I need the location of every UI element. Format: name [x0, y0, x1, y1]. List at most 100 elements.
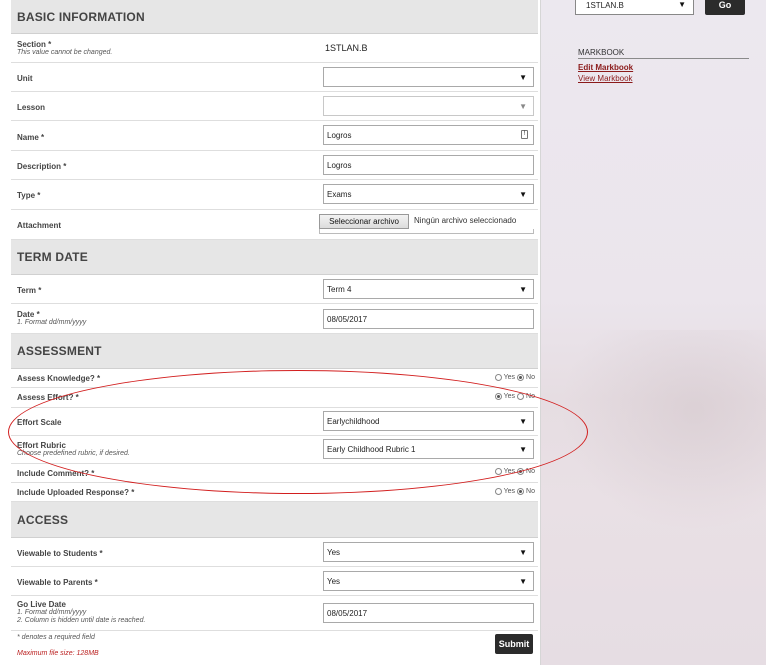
chevron-down-icon: ▼ — [519, 190, 527, 199]
autofill-icon[interactable]: ! — [521, 130, 528, 139]
term-select[interactable]: Term 4 ▼ — [323, 279, 534, 299]
name-input[interactable]: Logros ! — [323, 125, 534, 145]
row-include-uploaded: Include Uploaded Response? * Yes No — [11, 483, 538, 502]
no-label: No — [526, 374, 535, 381]
go-button[interactable]: Go — [705, 0, 745, 15]
section-label: Section * — [17, 40, 52, 49]
markbook-heading: MARKBOOK — [578, 48, 749, 59]
go-live-note-2: 2. Column is hidden until date is reache… — [17, 617, 146, 624]
unit-select[interactable]: ▼ — [323, 67, 534, 87]
lesson-label: Lesson — [17, 103, 46, 112]
max-size-note: Maximum file size: 128MB — [17, 650, 99, 657]
effort-scale-select[interactable]: Earlychildhood ▼ — [323, 411, 534, 431]
section-heading-basic: BASIC INFORMATION — [11, 0, 538, 34]
include-comment-no-radio[interactable] — [517, 468, 525, 475]
section-heading-access: ACCESS — [11, 502, 538, 538]
viewable-parents-value: Yes — [327, 576, 341, 586]
file-status: Ningún archivo seleccionado — [414, 216, 517, 225]
include-uploaded-radios: Yes No — [494, 488, 535, 495]
assess-knowledge-yes-radio[interactable] — [494, 374, 502, 381]
no-label: No — [526, 468, 535, 475]
row-go-live-date: Go Live Date 1. Format dd/mm/yyyy 2. Col… — [11, 596, 538, 631]
yes-label: Yes — [503, 374, 516, 381]
yes-label: Yes — [503, 393, 516, 400]
include-comment-radios: Yes No — [494, 468, 535, 475]
row-assess-knowledge: Assess Knowledge? * Yes No — [11, 369, 538, 388]
assess-effort-yes-radio[interactable] — [494, 393, 502, 400]
assess-effort-radios: Yes No — [494, 393, 535, 400]
viewable-parents-select[interactable]: Yes ▼ — [323, 571, 534, 591]
include-comment-label: Include Comment? * — [17, 469, 95, 478]
required-note: * denotes a required field — [17, 634, 95, 641]
row-unit: Unit ▼ — [11, 63, 538, 92]
row-viewable-parents: Viewable to Parents * Yes ▼ — [11, 567, 538, 596]
go-live-input[interactable]: 08/05/2017 — [323, 603, 534, 623]
form-panel: BASIC INFORMATION Section * This value c… — [0, 0, 541, 665]
section-value: 1STLAN.B — [325, 43, 368, 53]
no-label: No — [526, 488, 535, 495]
chevron-down-icon: ▼ — [519, 73, 527, 82]
go-live-note-1: 1. Format dd/mm/yyyy — [17, 609, 87, 616]
date-input[interactable]: 08/05/2017 — [323, 309, 534, 329]
chevron-down-icon: ▼ — [519, 417, 527, 426]
description-input[interactable]: Logros — [323, 155, 534, 175]
row-include-comment: Include Comment? * Yes No — [11, 464, 538, 483]
chevron-down-icon: ▼ — [519, 102, 527, 111]
date-note: 1. Format dd/mm/yyyy — [17, 319, 87, 326]
yes-label: Yes — [503, 488, 516, 495]
assess-knowledge-radios: Yes No — [494, 374, 535, 381]
class-select[interactable]: 1STLAN.B ▼ — [575, 0, 694, 15]
yes-label: Yes — [503, 468, 516, 475]
chevron-down-icon: ▼ — [519, 445, 527, 454]
submit-button[interactable]: Submit — [495, 634, 533, 654]
form-body: BASIC INFORMATION Section * This value c… — [11, 0, 538, 663]
row-assess-effort: Assess Effort? * Yes No — [11, 388, 538, 408]
section-note: This value cannot be changed. — [17, 49, 113, 56]
edit-markbook-link[interactable]: Edit Markbook — [578, 63, 633, 72]
assess-knowledge-no-radio[interactable] — [517, 374, 525, 381]
viewable-parents-label: Viewable to Parents * — [17, 578, 98, 587]
viewable-students-label: Viewable to Students * — [17, 549, 103, 558]
term-label: Term * — [17, 286, 42, 295]
chevron-down-icon: ▼ — [519, 577, 527, 586]
no-label: No — [526, 393, 535, 400]
effort-rubric-value: Early Childhood Rubric 1 — [327, 444, 416, 454]
section-heading-term: TERM DATE — [11, 240, 538, 275]
go-live-label: Go Live Date — [17, 600, 66, 609]
description-label: Description * — [17, 162, 67, 171]
effort-scale-label: Effort Scale — [17, 418, 62, 427]
row-effort-rubric: Effort Rubric Choose predefined rubric, … — [11, 436, 538, 464]
row-term: Term * Term 4 ▼ — [11, 275, 538, 304]
name-input-value: Logros — [327, 130, 352, 140]
include-uploaded-no-radio[interactable] — [517, 488, 525, 495]
include-comment-yes-radio[interactable] — [494, 468, 502, 475]
row-name: Name * Logros ! — [11, 121, 538, 151]
row-description: Description * Logros — [11, 151, 538, 180]
row-type: Type * Exams ▼ — [11, 180, 538, 210]
effort-rubric-select[interactable]: Early Childhood Rubric 1 ▼ — [323, 439, 534, 459]
section-heading-assessment: ASSESSMENT — [11, 334, 538, 369]
row-effort-scale: Effort Scale Earlychildhood ▼ — [11, 408, 538, 436]
effort-rubric-note: Choose predefined rubric, if desired. — [17, 450, 130, 457]
unit-label: Unit — [17, 74, 33, 83]
row-date: Date * 1. Format dd/mm/yyyy 08/05/2017 — [11, 304, 538, 334]
chevron-down-icon: ▼ — [519, 548, 527, 557]
include-uploaded-yes-radio[interactable] — [494, 488, 502, 495]
view-markbook-link[interactable]: View Markbook — [578, 74, 633, 83]
date-input-value: 08/05/2017 — [327, 314, 368, 324]
lesson-select[interactable]: ▼ — [323, 96, 534, 116]
class-select-value: 1STLAN.B — [586, 0, 624, 10]
assess-effort-no-radio[interactable] — [517, 393, 525, 400]
viewable-students-value: Yes — [327, 547, 341, 557]
chevron-down-icon: ▼ — [519, 285, 527, 294]
type-select[interactable]: Exams ▼ — [323, 184, 534, 204]
assess-knowledge-label: Assess Knowledge? * — [17, 374, 101, 383]
file-input-frame — [319, 229, 534, 234]
row-attachment: Attachment Seleccionar archivo Ningún ar… — [11, 210, 538, 240]
include-uploaded-label: Include Uploaded Response? * — [17, 488, 135, 497]
go-live-input-value: 08/05/2017 — [327, 608, 368, 618]
choose-file-button[interactable]: Seleccionar archivo — [319, 214, 409, 229]
row-footer: * denotes a required field Maximum file … — [11, 631, 538, 663]
viewable-students-select[interactable]: Yes ▼ — [323, 542, 534, 562]
row-lesson: Lesson ▼ — [11, 92, 538, 121]
